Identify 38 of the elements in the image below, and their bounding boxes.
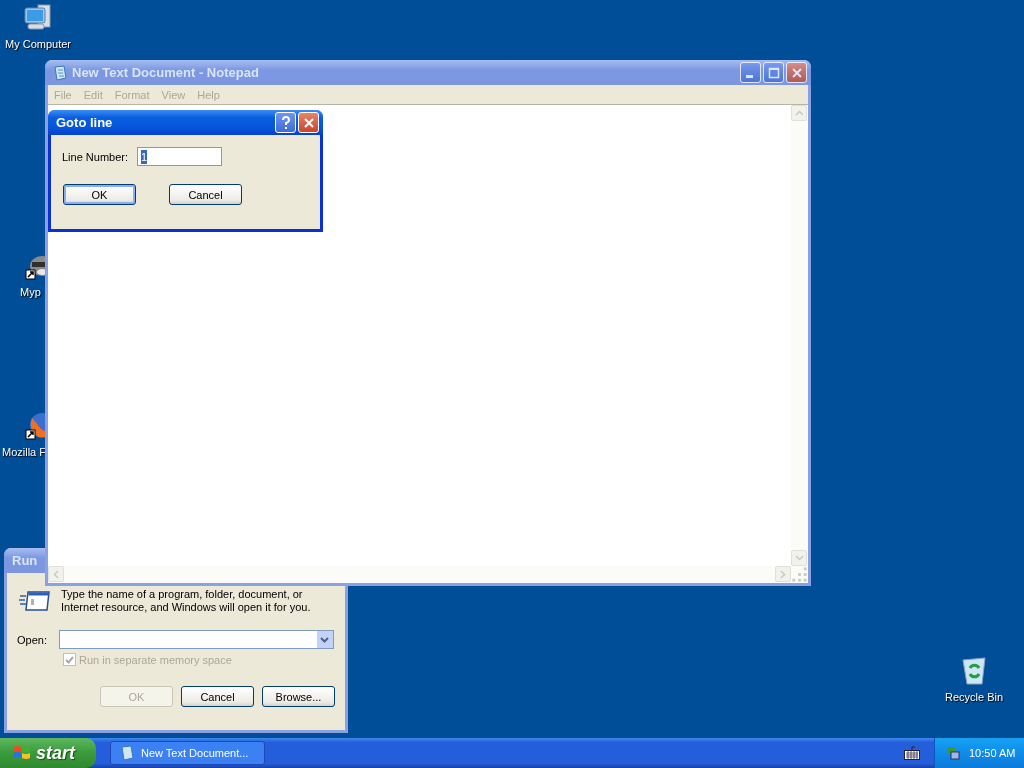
window-title: Run [12,553,38,568]
clock: 10:50 AM [969,747,1016,759]
icon-label[interactable]: Myp [20,286,41,298]
window-title: New Text Document - Notepad [72,65,259,80]
open-label: Open: [17,633,47,646]
icon-label[interactable]: Recycle Bin [944,691,1004,703]
open-combo-box[interactable] [58,630,334,649]
resize-grip-icon[interactable] [791,566,808,583]
checkbox-label: Run in separate memory space [79,653,232,666]
network-icon[interactable] [945,745,961,761]
help-button[interactable] [275,112,296,133]
taskbar-button[interactable]: New Text Document... [110,741,265,765]
minimize-button[interactable] [740,62,761,83]
dialog-button[interactable]: Cancel [181,686,254,707]
close-icon [790,66,803,79]
help-icon [280,115,291,130]
maximize-icon [767,66,780,79]
prompt-text: Type the name of a program, folder, document, or Internet resource, and Windows will open it for you. [61,588,312,614]
field-label: Line Number: [62,150,129,163]
close-button[interactable] [298,112,319,133]
icon-label[interactable]: My Computer [5,38,71,50]
notepad-icon [119,745,135,761]
icon-label[interactable]: Mozilla F [2,446,46,458]
maximize-button[interactable] [763,62,784,83]
start-button[interactable]: start [0,738,96,768]
dialog-button[interactable]: Cancel [169,184,242,205]
dialog-button[interactable]: OK [63,184,136,205]
windows-flag-icon [13,744,31,762]
close-button[interactable] [786,62,807,83]
close-icon [302,116,315,129]
dialog-button[interactable]: Browse... [262,686,335,707]
notepad-icon [52,64,68,81]
keyboard-icon[interactable] [904,746,920,760]
minimize-icon [745,75,753,78]
chevron-down-icon[interactable] [320,636,330,643]
line-number-field[interactable]: 1 [137,147,223,166]
run-window-icon [19,588,51,612]
window-title: Goto line [56,115,113,130]
